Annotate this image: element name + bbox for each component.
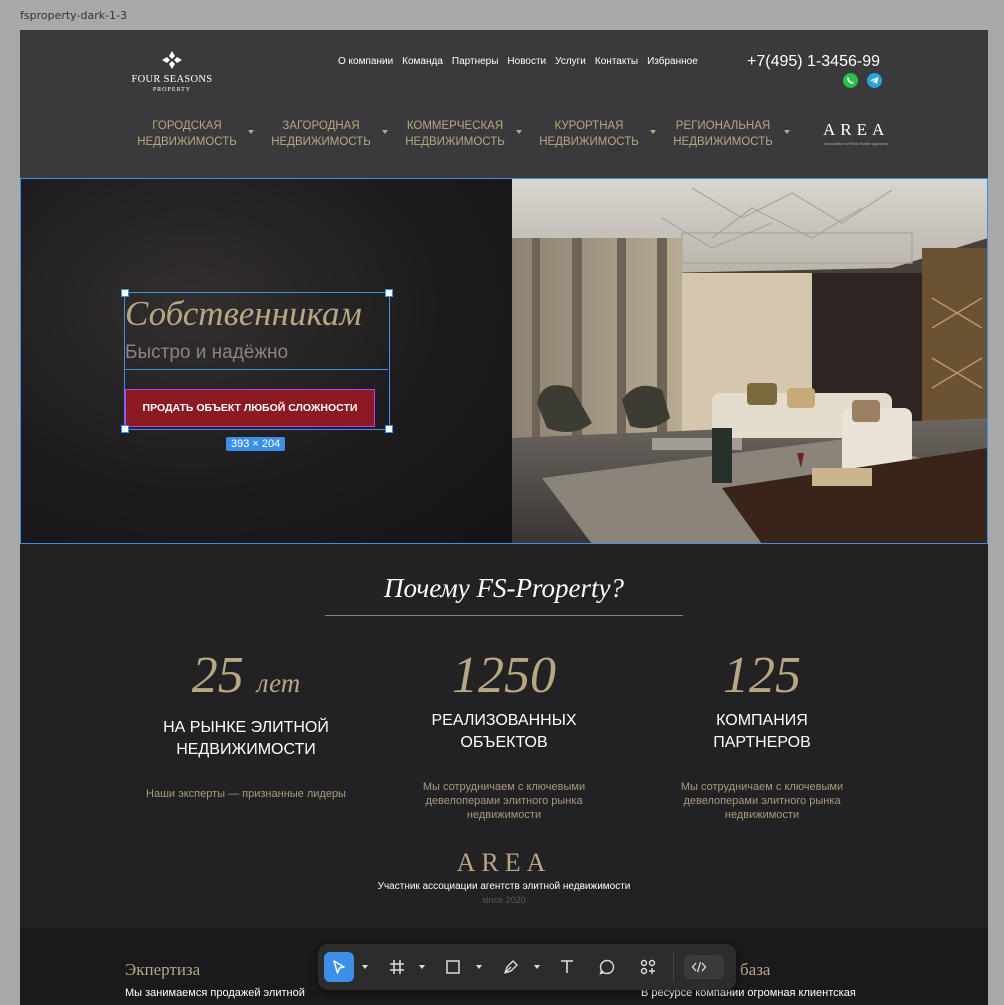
mainnav-city-line2: НЕДВИЖИМОСТЬ [137, 136, 237, 148]
mainnav-regional[interactable]: РЕГИОНАЛЬНАЯ НЕДВИЖИМОСТЬ [656, 118, 790, 150]
logo-emblem-icon [162, 51, 182, 69]
stat-years-caption-1: НА РЫНКЕ ЭЛИТНОЙ [163, 719, 329, 736]
living-room-photo [512, 178, 988, 544]
mainnav-commercial-line1: КОММЕРЧЕСКАЯ [406, 120, 504, 132]
mainnav-country-line1: ЗАГОРОДНАЯ [282, 120, 360, 132]
resize-handle-tl[interactable] [121, 289, 129, 297]
text-tool-button[interactable] [552, 952, 582, 982]
topnav-link-about[interactable]: О компании [338, 56, 393, 67]
components-plus-icon [640, 959, 656, 975]
chevron-down-icon [784, 130, 790, 134]
move-tool-chevron-icon[interactable] [362, 965, 368, 969]
dev-mode-toggle[interactable] [684, 955, 724, 979]
stat-years-number: 25 лет [126, 642, 366, 717]
sell-property-button[interactable]: ПРОДАТЬ ОБЪЕКТ ЛЮБОЙ СЛОЖНОСТИ [125, 389, 375, 427]
resize-handle-bl[interactable] [121, 425, 129, 433]
mainnav-regional-line2: НЕДВИЖИМОСТЬ [673, 136, 773, 148]
area-logo-word: AREA [456, 848, 552, 877]
expertise-title: Экпертиза [125, 960, 201, 979]
area-logo-sub: Association of Real Estate Agencies [824, 141, 889, 146]
stat-years-value: 25 [191, 647, 244, 704]
selection-size-badge: 393 × 204 [226, 437, 286, 451]
telegram-icon[interactable] [867, 73, 882, 88]
topnav-link-services[interactable]: Услуги [555, 56, 586, 67]
topnav-link-favorites[interactable]: Избранное [647, 56, 698, 67]
topnav-link-partners[interactable]: Партнеры [452, 56, 499, 67]
mainnav-resort-line2: НЕДВИЖИМОСТЬ [539, 136, 639, 148]
resize-handle-br[interactable] [385, 425, 393, 433]
logo-name: FOUR SEASONS [131, 74, 213, 85]
why-divider [325, 615, 683, 616]
stat-partners-caption-1: КОМПАНИЯ [716, 712, 808, 729]
stat-partners-number: 125 [723, 647, 801, 704]
stat-years-unit: лет [256, 668, 301, 698]
stat-objects: 1250 РЕАЛИЗОВАННЫХ ОБЪЕКТОВ Мы сотруднич… [384, 642, 624, 822]
phone-number[interactable]: +7(495) 1-3456-99 [747, 53, 880, 71]
stat-objects-caption-1: РЕАЛИЗОВАННЫХ [431, 712, 577, 729]
why-title: Почему FS-Property? [384, 573, 624, 603]
frame-tool-chevron-icon[interactable] [419, 965, 425, 969]
topnav-link-team[interactable]: Команда [402, 56, 443, 67]
mainnav-city-line1: ГОРОДСКАЯ [152, 120, 222, 132]
text-t-icon [561, 960, 573, 973]
mainnav-resort-line1: КУРОРТНАЯ [554, 120, 624, 132]
pen-tool-button[interactable] [496, 952, 526, 982]
main-navigation: ГОРОДСКАЯ НЕДВИЖИМОСТЬ ЗАГОРОДНАЯ НЕДВИЖ… [120, 118, 790, 150]
hero-title: Собственникам [125, 294, 362, 333]
pen-tool-chevron-icon[interactable] [534, 965, 540, 969]
rectangle-icon [446, 960, 460, 974]
area-membership: AREA Участник ассоциации агентств элитно… [20, 848, 988, 905]
stat-objects-desc: Мы сотрудничаем с ключевыми девелоперами… [422, 781, 586, 821]
actions-tool-button[interactable] [633, 952, 663, 982]
comment-bubble-icon [599, 959, 615, 975]
cursor-arrow-icon [333, 960, 345, 974]
hero-interior-image [512, 178, 988, 544]
page-frame: FOUR SEASONS PROPERTY О компании Команда… [20, 30, 988, 1005]
topnav-link-news[interactable]: Новости [507, 56, 546, 67]
code-icon [689, 957, 709, 977]
stat-years: 25 лет НА РЫНКЕ ЭЛИТНОЙ НЕДВИЖИМОСТИ Наш… [126, 642, 366, 801]
area-logo-word: AREA [823, 120, 890, 139]
mainnav-regional-line1: РЕГИОНАЛЬНАЯ [675, 120, 771, 132]
topnav-link-contacts[interactable]: Контакты [595, 56, 638, 67]
expertise-text: Мы занимаемся продажей элитной [125, 987, 305, 999]
hero-subtitle: Быстро и надёжно [125, 342, 289, 363]
logo-sub: PROPERTY [152, 87, 192, 93]
top-navigation: О компании Команда Партнеры Новости Услу… [338, 56, 698, 67]
stat-objects-number: 1250 [452, 647, 556, 704]
whatsapp-icon[interactable] [843, 73, 858, 88]
shape-tool-button[interactable] [438, 952, 468, 982]
selection-divider [124, 369, 388, 370]
frame-tool-button[interactable] [382, 952, 412, 982]
area-since: since 2020 [482, 895, 526, 905]
frame-hash-icon [390, 960, 404, 974]
site-header: FOUR SEASONS PROPERTY О компании Команда… [20, 30, 988, 178]
toolbar-divider [673, 952, 674, 982]
move-tool-button[interactable] [324, 952, 354, 982]
frame-title: fsproperty-dark-1-3 [20, 9, 128, 22]
stat-years-desc: Наши эксперты — признанные лидеры [146, 788, 346, 800]
comment-tool-button[interactable] [592, 952, 622, 982]
mainnav-resort[interactable]: КУРОРТНАЯ НЕДВИЖИМОСТЬ [522, 118, 656, 150]
design-toolbar [318, 944, 736, 990]
mainnav-city[interactable]: ГОРОДСКАЯ НЕДВИЖИМОСТЬ [120, 118, 254, 150]
shape-tool-chevron-icon[interactable] [476, 965, 482, 969]
mainnav-country-line2: НЕДВИЖИМОСТЬ [271, 136, 371, 148]
stat-years-caption-2: НЕДВИЖИМОСТИ [176, 741, 316, 758]
stat-partners-desc: Мы сотрудничаем с ключевыми девелоперами… [680, 781, 844, 821]
hero-section: Собственникам Быстро и надёжно ПРОДАТЬ О… [20, 178, 988, 544]
mainnav-commercial-line2: НЕДВИЖИМОСТЬ [405, 136, 505, 148]
area-membership-text: Участник ассоциации агентств элитной нед… [377, 881, 631, 892]
logo[interactable]: FOUR SEASONS PROPERTY [128, 50, 216, 93]
area-logo-header[interactable]: AREA Association of Real Estate Agencies [823, 120, 889, 146]
mainnav-commercial[interactable]: КОММЕРЧЕСКАЯ НЕДВИЖИМОСТЬ [388, 118, 522, 150]
mainnav-country[interactable]: ЗАГОРОДНАЯ НЕДВИЖИМОСТЬ [254, 118, 388, 150]
pen-icon [504, 960, 518, 974]
stat-partners: 125 КОМПАНИЯ ПАРТНЕРОВ Мы сотрудничаем с… [642, 642, 882, 822]
resize-handle-tr[interactable] [385, 289, 393, 297]
base-title: база [740, 960, 771, 979]
stat-objects-caption-2: ОБЪЕКТОВ [460, 734, 548, 751]
hero-left-panel: Собственникам Быстро и надёжно ПРОДАТЬ О… [20, 178, 512, 544]
stat-partners-caption-2: ПАРТНЕРОВ [713, 734, 811, 751]
